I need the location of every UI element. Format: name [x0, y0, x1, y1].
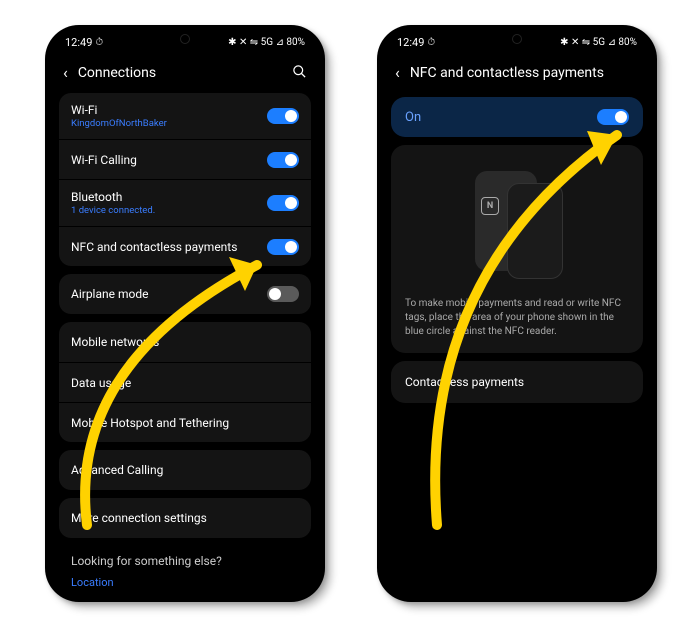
nfc-on-toggle[interactable]: [597, 109, 629, 125]
nfc-illustration-card: N To make mobile payments and read or wr…: [391, 145, 643, 353]
alarm-icon: ⏱: [95, 37, 103, 48]
nfc-on-label: On: [405, 110, 421, 125]
status-time: 12:49: [65, 36, 92, 49]
status-indicators: ✱ ✕ ⇋ 5G ⊿ 80%: [560, 37, 637, 48]
bluetooth-toggle[interactable]: [267, 195, 299, 211]
illus-phone-front: [507, 183, 563, 279]
bluetooth-sub: 1 device connected.: [71, 205, 155, 216]
row-nfc[interactable]: NFC and contactless payments: [59, 226, 311, 266]
row-data-usage[interactable]: Data usage: [59, 362, 311, 402]
page-title: NFC and contactless payments: [410, 65, 639, 81]
advanced-calling-label: Advanced Calling: [71, 463, 163, 477]
back-icon[interactable]: ‹: [395, 65, 400, 81]
footer-section: Looking for something else? Location Lin…: [59, 546, 311, 596]
group-airplane: Airplane mode: [59, 274, 311, 314]
footer-link-link-to-windows[interactable]: Link to Windows: [71, 595, 299, 596]
row-advanced-calling[interactable]: Advanced Calling: [59, 450, 311, 490]
bluetooth-label: Bluetooth: [71, 190, 155, 204]
row-airplane[interactable]: Airplane mode: [59, 274, 311, 314]
data-usage-label: Data usage: [71, 376, 131, 390]
screen-connections: 12:49 ⏱ ✱ ✕ ⇋ 5G ⊿ 80% ‹ Connections: [51, 31, 319, 596]
hotspot-label: Mobile Hotspot and Tethering: [71, 416, 229, 430]
search-icon[interactable]: [292, 64, 307, 83]
footer-link-location[interactable]: Location: [71, 576, 299, 589]
alarm-icon: ⏱: [427, 37, 435, 48]
phone-nfc: 12:49 ⏱ ✱ ✕ ⇋ 5G ⊿ 80% ‹ NFC and contact…: [377, 25, 657, 602]
nfc-on-row[interactable]: On: [391, 97, 643, 137]
row-contactless-payments[interactable]: Contactless payments: [391, 361, 643, 403]
airplane-label: Airplane mode: [71, 287, 148, 301]
group-mobile: Mobile networks Data usage Mobile Hotspo…: [59, 322, 311, 442]
group-wireless: Wi-Fi KingdomOfNorthBaker Wi-Fi Calling: [59, 93, 311, 266]
nfc-label: NFC and contactless payments: [71, 240, 237, 254]
front-camera-icon: [180, 34, 190, 44]
front-camera-icon: [512, 34, 522, 44]
contactless-label: Contactless payments: [405, 375, 524, 389]
page-header: ‹ Connections: [51, 53, 319, 93]
row-more[interactable]: More connection settings: [59, 498, 311, 538]
page-title: Connections: [78, 65, 282, 81]
settings-list: Wi-Fi KingdomOfNorthBaker Wi-Fi Calling: [51, 93, 319, 596]
nfc-description: To make mobile payments and read or writ…: [405, 297, 629, 339]
row-mobile-networks[interactable]: Mobile networks: [59, 322, 311, 362]
status-indicators: ✱ ✕ ⇋ 5G ⊿ 80%: [228, 37, 305, 48]
wifi-calling-toggle[interactable]: [267, 152, 299, 168]
status-time: 12:49: [397, 36, 424, 49]
page-header: ‹ NFC and contactless payments: [383, 53, 651, 93]
phone-connections: 12:49 ⏱ ✱ ✕ ⇋ 5G ⊿ 80% ‹ Connections: [45, 25, 325, 602]
wifi-label: Wi-Fi: [71, 103, 167, 117]
row-wifi[interactable]: Wi-Fi KingdomOfNorthBaker: [59, 93, 311, 139]
group-advanced-calling: Advanced Calling: [59, 450, 311, 490]
row-hotspot[interactable]: Mobile Hotspot and Tethering: [59, 402, 311, 442]
more-label: More connection settings: [71, 511, 207, 525]
row-bluetooth[interactable]: Bluetooth 1 device connected.: [59, 179, 311, 226]
group-more: More connection settings: [59, 498, 311, 538]
status-bar: 12:49 ⏱ ✱ ✕ ⇋ 5G ⊿ 80%: [51, 31, 319, 53]
airplane-toggle[interactable]: [267, 286, 299, 302]
footer-question: Looking for something else?: [71, 554, 299, 568]
nfc-symbol-icon: N: [481, 197, 499, 215]
mobile-networks-label: Mobile networks: [71, 335, 159, 349]
row-wifi-calling[interactable]: Wi-Fi Calling: [59, 139, 311, 179]
screen-nfc: 12:49 ⏱ ✱ ✕ ⇋ 5G ⊿ 80% ‹ NFC and contact…: [383, 31, 651, 596]
wifi-sub: KingdomOfNorthBaker: [71, 118, 167, 129]
nfc-toggle[interactable]: [267, 239, 299, 255]
status-bar: 12:49 ⏱ ✱ ✕ ⇋ 5G ⊿ 80%: [383, 31, 651, 53]
back-icon[interactable]: ‹: [63, 65, 68, 81]
wifi-calling-label: Wi-Fi Calling: [71, 153, 137, 167]
wifi-toggle[interactable]: [267, 108, 299, 124]
nfc-illustration: N: [467, 165, 567, 285]
